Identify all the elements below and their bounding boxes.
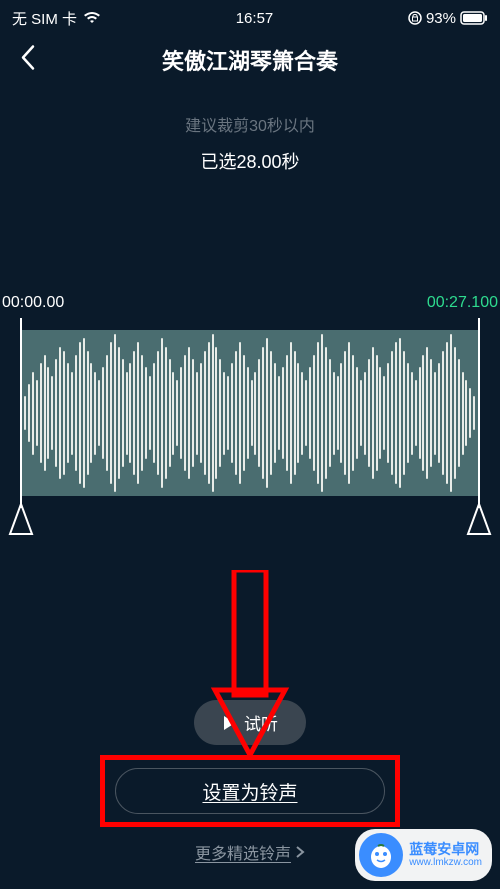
wifi-icon (83, 11, 101, 25)
trim-marker-left[interactable] (20, 318, 22, 508)
chevron-left-icon (20, 45, 36, 71)
sim-status: 无 SIM 卡 (12, 8, 77, 29)
page-title: 笑傲江湖琴箫合奏 (0, 44, 500, 76)
battery-icon (460, 11, 488, 25)
orientation-lock-icon (408, 11, 422, 25)
status-right: 93% (408, 10, 488, 27)
watermark-url: www.lmkzw.com (409, 857, 482, 869)
more-ringtones-link[interactable]: 更多精选铃声 (195, 840, 305, 864)
status-left: 无 SIM 卡 (12, 8, 101, 29)
back-button[interactable] (20, 45, 36, 76)
selected-duration: 已选28.00秒 (0, 148, 500, 174)
time-start: 00:00.00 (2, 294, 64, 312)
status-time: 16:57 (236, 10, 274, 27)
trim-marker-right[interactable] (478, 318, 480, 508)
more-ringtones-label: 更多精选铃声 (195, 840, 291, 864)
set-ringtone-label: 设置为铃声 (202, 778, 297, 805)
chevron-right-icon (295, 845, 305, 859)
trim-handle-left[interactable] (8, 502, 34, 538)
waveform-container: 00:00.00 00:27.100 (0, 294, 500, 508)
waveform-track[interactable] (0, 318, 500, 508)
trim-hint: 建议裁剪30秒以内 (0, 112, 500, 136)
preview-button[interactable]: 试听 (194, 700, 306, 745)
set-ringtone-button[interactable]: 设置为铃声 (115, 768, 385, 814)
watermark: 蓝莓安卓网 www.lmkzw.com (355, 829, 492, 881)
nav-bar: 笑傲江湖琴箫合奏 (0, 36, 500, 84)
watermark-title: 蓝莓安卓网 (409, 841, 482, 858)
watermark-logo (359, 833, 403, 877)
waveform-display (20, 330, 480, 496)
instruction-area: 建议裁剪30秒以内 已选28.00秒 (0, 112, 500, 174)
status-bar: 无 SIM 卡 16:57 93% (0, 0, 500, 36)
battery-percent: 93% (426, 10, 456, 27)
time-end: 00:27.100 (427, 294, 498, 312)
play-icon (222, 715, 236, 731)
time-labels: 00:00.00 00:27.100 (0, 294, 500, 312)
watermark-text: 蓝莓安卓网 www.lmkzw.com (409, 841, 482, 870)
preview-label: 试听 (244, 710, 278, 735)
trim-handle-right[interactable] (466, 502, 492, 538)
